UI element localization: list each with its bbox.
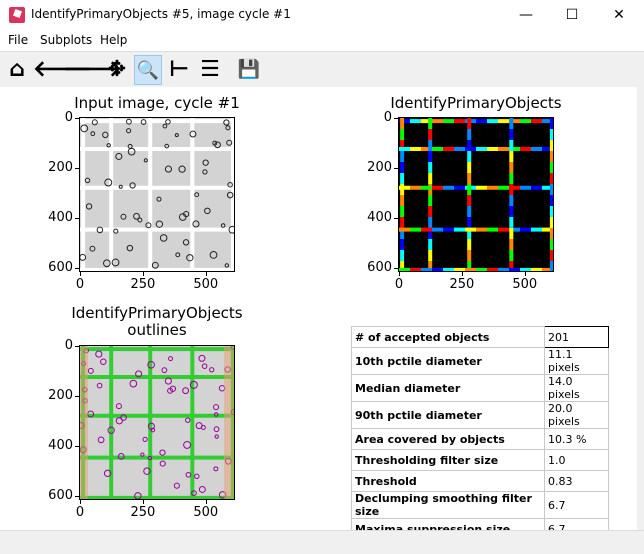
table-row: Declumping smoothing filter size 6.7 [351,491,609,519]
x-tick-label: 0 [75,505,85,520]
stat-label: Declumping smoothing filter size [351,491,545,519]
stat-value[interactable]: 10.3 % [544,428,609,450]
y-tick-mark [75,218,79,219]
stat-value[interactable]: 1.0 [544,449,609,471]
y-tick-mark [75,118,79,119]
y-tick-label: 0 [64,338,73,353]
stat-value[interactable]: 6.7 [544,491,609,519]
x-tick-mark [399,272,400,276]
stat-label: 10th pctile diameter [351,347,545,375]
y-tick-mark [75,446,79,447]
stat-label: Threshold [351,470,545,492]
x-tick-mark [80,500,81,504]
window-title: IdentifyPrimaryObjects #5, image cycle #… [31,7,291,21]
menu-subplots[interactable]: Subplots [40,33,92,47]
title-bar: IdentifyPrimaryObjects #5, image cycle #… [0,0,644,30]
stat-value[interactable]: 14.0 pixels [544,374,609,402]
stat-label: Area covered by objects [351,428,545,450]
x-tick-mark [142,500,144,504]
stat-value[interactable]: 0.83 [544,470,609,492]
y-tick-label: 600 [48,260,73,275]
status-bar [0,530,644,554]
forward-icon[interactable]: 🡒 [63,55,122,85]
plot-image [77,344,238,501]
y-tick-mark [394,168,398,169]
x-tick-mark [205,272,207,276]
stat-label: Thresholding filter size [351,449,545,471]
y-tick-mark [394,118,398,119]
stat-label: Median diameter [351,374,545,402]
y-tick-mark [75,168,79,169]
statistics-table: # of accepted objects 201 10th pctile diam… [351,326,609,540]
plot-image [399,118,555,273]
app-icon [9,7,25,23]
table-row: Thresholding filter size 1.0 [351,449,609,471]
table-row: Area covered by objects 10.3 % [351,428,609,450]
x-tick-mark [142,272,144,276]
close-button[interactable]: ✕ [596,0,642,30]
plot-axes-1[interactable] [79,117,237,273]
y-tick-label: 0 [64,110,73,125]
y-tick-label: 200 [48,388,73,403]
y-tick-label: 600 [367,260,392,275]
back-icon[interactable]: 🡐 [33,55,92,85]
x-tick-label: 0 [75,277,85,292]
table-row: 90th pctile diameter 20.0 pixels [351,401,609,429]
stat-value[interactable]: 20.0 pixels [544,401,609,429]
stat-label: # of accepted objects [351,326,545,348]
x-tick-label: 500 [193,277,219,292]
stat-value[interactable]: 201 [544,326,609,348]
y-tick-label: 400 [367,210,392,225]
subplots-icon[interactable]: ⊢ [165,55,193,85]
configure-icon[interactable]: ☰ [196,55,224,85]
x-tick-label: 250 [130,277,156,292]
x-tick-label: 500 [193,505,219,520]
plot-axes-3[interactable] [77,344,238,501]
maximize-button[interactable]: ☐ [549,0,595,30]
plot-title: Input image, cycle #1 [74,94,240,112]
x-tick-mark [80,272,81,276]
plot-axes-2[interactable] [398,117,555,273]
home-icon[interactable]: ⌂ [3,55,31,85]
x-tick-mark [461,272,463,276]
toolbar: ⌂ 🡐 🡒 ✥ 🔍 ⊢ ☰ 💾 [0,51,644,87]
stat-label: 90th pctile diameter [351,401,545,429]
table-row: Median diameter 14.0 pixels [351,374,609,402]
table-row: # of accepted objects 201 [351,326,609,348]
plot-title: IdentifyPrimaryObjects [390,94,562,112]
x-tick-label: 500 [512,277,538,292]
y-tick-mark [75,346,79,347]
y-tick-label: 200 [367,160,392,175]
y-tick-mark [75,496,79,497]
y-tick-label: 400 [48,210,73,225]
x-tick-mark [205,500,207,504]
menu-bar: File Subplots Help [0,30,644,51]
y-tick-mark [394,218,398,219]
plot-image [79,118,237,273]
x-tick-mark [524,272,526,276]
menu-help[interactable]: Help [100,33,127,47]
x-tick-label: 250 [130,505,156,520]
table-row: Threshold 0.83 [351,470,609,492]
y-tick-mark [394,268,398,269]
stat-value[interactable]: 11.1 pixels [544,347,609,375]
save-icon[interactable]: 💾 [235,55,263,85]
y-tick-label: 200 [48,160,73,175]
y-tick-mark [75,396,79,397]
y-tick-label: 600 [48,488,73,503]
zoom-icon[interactable]: 🔍 [134,55,162,85]
table-row: 10th pctile diameter 11.1 pixels [351,347,609,375]
y-tick-label: 400 [48,438,73,453]
x-tick-label: 250 [449,277,475,292]
x-tick-label: 0 [394,277,404,292]
scrollbar-strip [637,87,644,530]
y-tick-mark [75,268,79,269]
y-tick-label: 0 [383,110,392,125]
menu-file[interactable]: File [8,33,28,47]
plot-title: IdentifyPrimaryObjects outlines [71,304,243,339]
minimize-button[interactable]: — [503,0,549,30]
pan-icon[interactable]: ✥ [103,55,131,85]
